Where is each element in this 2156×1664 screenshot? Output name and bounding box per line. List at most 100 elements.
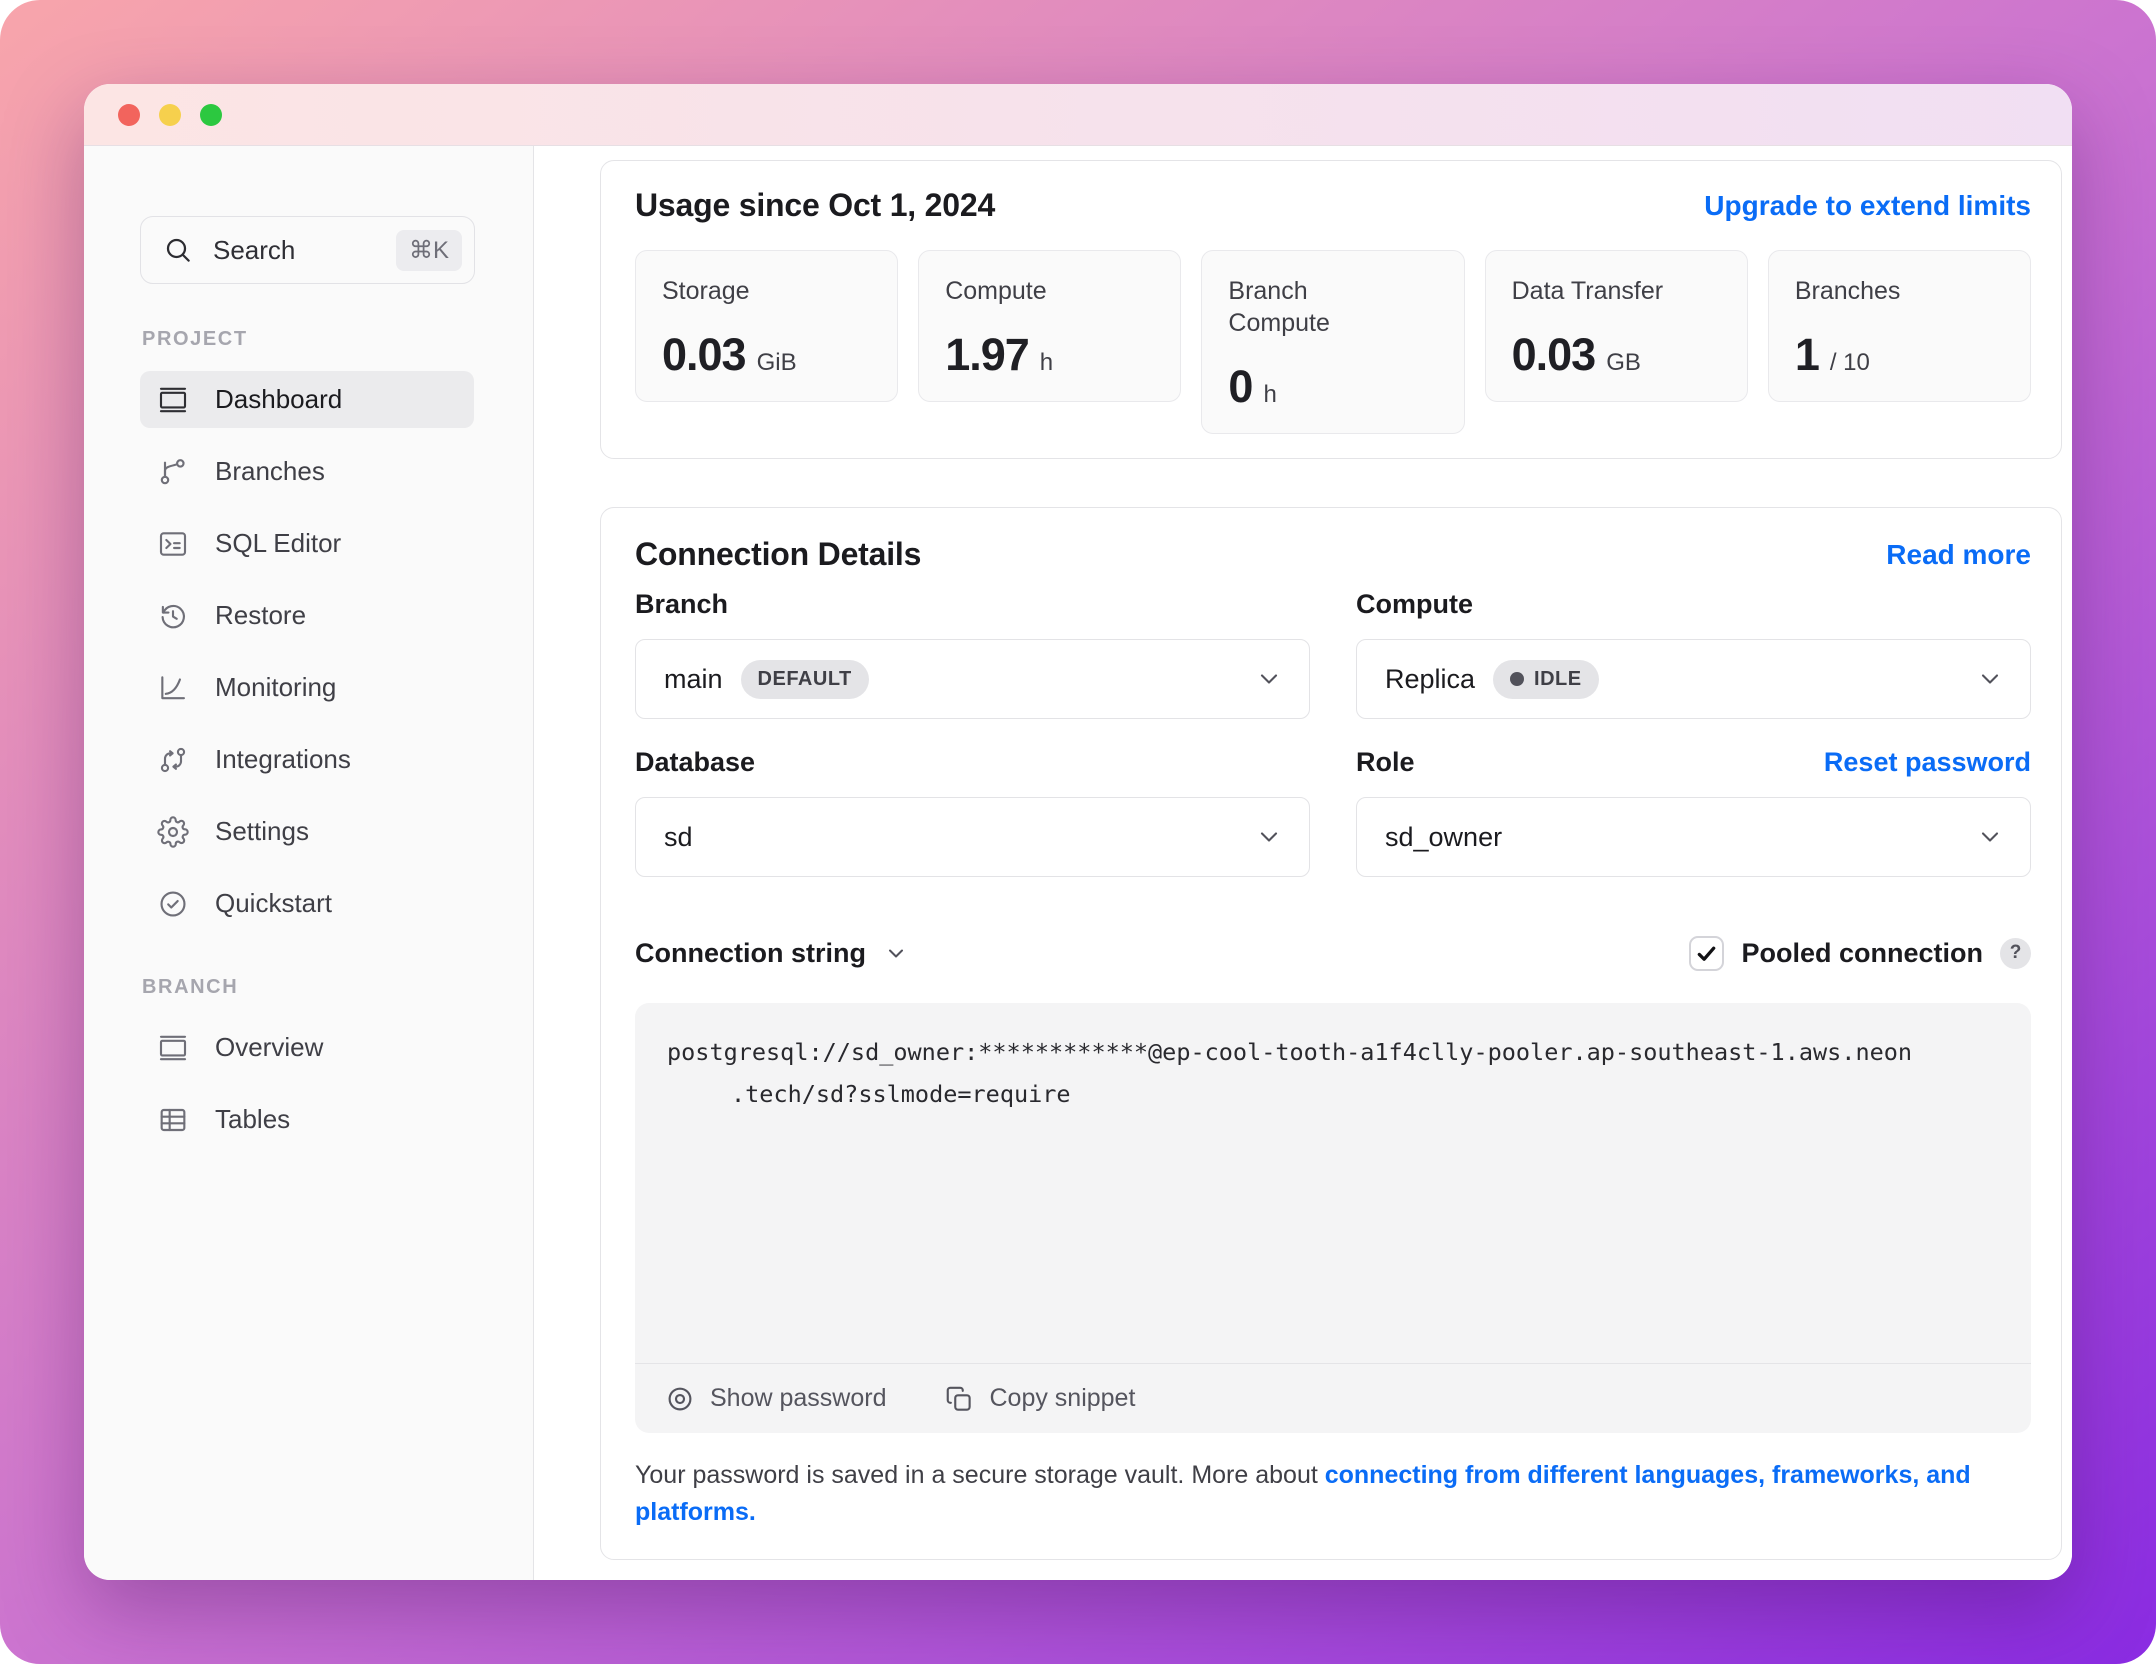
compute-select[interactable]: Replica IDLE <box>1356 639 2031 719</box>
pooled-connection-checkbox[interactable] <box>1689 936 1724 971</box>
connection-details-card: Connection Details Read more Branch main… <box>600 507 2062 1560</box>
sidebar-item-quickstart[interactable]: Quickstart <box>140 875 474 932</box>
stat-unit: h <box>1040 349 1053 377</box>
checkmark-icon <box>1695 942 1718 965</box>
stat-unit: GB <box>1606 349 1641 377</box>
idle-status-dot <box>1510 672 1524 686</box>
gear-icon <box>157 816 189 848</box>
copy-snippet-label: Copy snippet <box>989 1384 1135 1413</box>
role-label: Role <box>1356 747 1415 778</box>
connection-string-line2: .tech/sd?sslmode=require <box>667 1073 1999 1115</box>
reset-password-link[interactable]: Reset password <box>1824 747 2031 778</box>
sidebar-item-dashboard[interactable]: Dashboard <box>140 371 474 428</box>
search-icon <box>163 235 193 265</box>
pooled-connection-label: Pooled connection <box>1741 938 1983 969</box>
database-value: sd <box>664 822 693 853</box>
sidebar-item-sql-editor[interactable]: SQL Editor <box>140 515 474 572</box>
sidebar-item-overview[interactable]: Overview <box>140 1019 474 1076</box>
sidebar-item-branches[interactable]: Branches <box>140 443 474 500</box>
database-field: Database sd <box>635 745 1310 877</box>
role-select[interactable]: sd_owner <box>1356 797 2031 877</box>
monitoring-chart-icon <box>157 672 189 704</box>
usage-card: Usage since Oct 1, 2024 Upgrade to exten… <box>600 160 2062 459</box>
idle-badge: IDLE <box>1493 660 1599 699</box>
stat-label: Data Transfer <box>1512 275 1687 307</box>
database-select[interactable]: sd <box>635 797 1310 877</box>
sidebar-item-label: Branches <box>215 456 325 487</box>
overview-icon <box>157 1032 189 1064</box>
role-field: Role Reset password sd_owner <box>1356 745 2031 877</box>
connection-details-title: Connection Details <box>635 536 921 573</box>
stat-value: 0 <box>1228 363 1252 411</box>
show-password-button[interactable]: Show password <box>665 1384 886 1414</box>
branch-label: Branch <box>635 589 728 620</box>
compute-field: Compute Replica IDLE <box>1356 587 2031 719</box>
sidebar-item-label: Monitoring <box>215 672 336 703</box>
sidebar-item-label: Integrations <box>215 744 351 775</box>
sidebar-item-monitoring[interactable]: Monitoring <box>140 659 474 716</box>
stat-label: Storage <box>662 275 837 307</box>
branch-field: Branch main DEFAULT <box>635 587 1310 719</box>
show-password-label: Show password <box>710 1384 886 1413</box>
connection-string-block: postgresql://sd_owner:************@ep-co… <box>635 1003 2031 1433</box>
branch-nav: Overview Tables <box>84 1019 533 1148</box>
sidebar-section-branch: BRANCH <box>142 976 533 999</box>
stat-label: Branch Compute <box>1228 275 1403 339</box>
eye-icon <box>665 1384 695 1414</box>
sidebar-item-settings[interactable]: Settings <box>140 803 474 860</box>
connection-string-value[interactable]: postgresql://sd_owner:************@ep-co… <box>635 1003 2031 1363</box>
idle-badge-label: IDLE <box>1534 668 1582 691</box>
usage-title: Usage since Oct 1, 2024 <box>635 187 995 224</box>
sidebar-item-integrations[interactable]: Integrations <box>140 731 474 788</box>
stat-value: 0.03 <box>662 331 746 379</box>
help-icon[interactable]: ? <box>2000 938 2031 969</box>
connection-string-toggle[interactable]: Connection string <box>635 938 908 969</box>
copy-icon <box>944 1384 974 1414</box>
connection-string-actions: Show password Copy snippet <box>635 1363 2031 1433</box>
restore-clock-icon <box>157 600 189 632</box>
copy-snippet-button[interactable]: Copy snippet <box>944 1384 1135 1414</box>
sidebar-item-restore[interactable]: Restore <box>140 587 474 644</box>
git-branch-icon <box>157 456 189 488</box>
sidebar-item-label: Settings <box>215 816 309 847</box>
sidebar-item-tables[interactable]: Tables <box>140 1091 474 1148</box>
sidebar-section-project: PROJECT <box>142 328 533 351</box>
main-content: Usage since Oct 1, 2024 Upgrade to exten… <box>534 146 2072 1580</box>
upgrade-link[interactable]: Upgrade to extend limits <box>1704 190 2031 222</box>
stat-label: Branches <box>1795 275 1970 307</box>
minimize-window-button[interactable] <box>159 104 181 126</box>
branch-select[interactable]: main DEFAULT <box>635 639 1310 719</box>
stat-value: 0.03 <box>1512 331 1596 379</box>
chevron-down-icon <box>1255 823 1283 851</box>
stat-card-data-transfer: Data Transfer 0.03 GB <box>1485 250 1748 402</box>
connection-string-label: Connection string <box>635 938 866 969</box>
project-nav: Dashboard Branches SQL Editor Restore <box>84 371 533 932</box>
stat-card-branch-compute: Branch Compute 0h <box>1201 250 1464 434</box>
window-titlebar <box>84 84 2072 146</box>
desktop-background: Search ⌘K PROJECT Dashboard Branches <box>0 0 2156 1664</box>
maximize-window-button[interactable] <box>200 104 222 126</box>
compute-value: Replica <box>1385 664 1475 695</box>
stat-unit: h <box>1263 381 1276 409</box>
chevron-down-icon <box>1976 823 2004 851</box>
read-more-link[interactable]: Read more <box>1886 539 2031 571</box>
search-input[interactable]: Search ⌘K <box>140 216 475 284</box>
dashboard-icon <box>157 384 189 416</box>
sidebar-item-label: Quickstart <box>215 888 332 919</box>
close-window-button[interactable] <box>118 104 140 126</box>
sidebar-item-label: Restore <box>215 600 306 631</box>
search-placeholder: Search <box>213 235 295 266</box>
stat-card-branches: Branches 1/ 10 <box>1768 250 2031 402</box>
search-shortcut-badge: ⌘K <box>396 230 462 271</box>
sidebar-item-label: SQL Editor <box>215 528 341 559</box>
stat-card-compute: Compute 1.97h <box>918 250 1181 402</box>
stat-unit: GiB <box>757 349 797 377</box>
chevron-down-icon <box>1255 665 1283 693</box>
chevron-down-icon <box>1976 665 2004 693</box>
sql-editor-icon <box>157 528 189 560</box>
stat-value: 1 <box>1795 331 1819 379</box>
database-label: Database <box>635 747 755 778</box>
connection-string-line1: postgresql://sd_owner:************@ep-co… <box>667 1038 1912 1066</box>
compute-label: Compute <box>1356 589 1473 620</box>
branch-value: main <box>664 664 723 695</box>
